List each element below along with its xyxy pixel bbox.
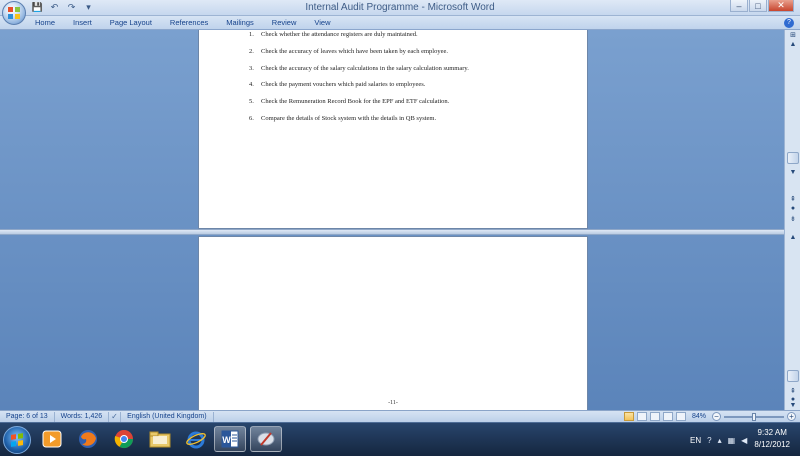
- scroll-thumb[interactable]: [787, 152, 799, 164]
- status-right: 84% − +: [623, 412, 796, 421]
- window-title: Internal Audit Programme - Microsoft Wor…: [305, 2, 495, 13]
- proofing-icon[interactable]: ✓: [109, 412, 122, 422]
- zoom-slider-knob[interactable]: [752, 412, 756, 421]
- clock-date: 8/12/2012: [754, 440, 790, 449]
- tab-insert[interactable]: Insert: [73, 18, 100, 27]
- zoom-level[interactable]: 84%: [692, 413, 706, 420]
- select-browse-object-icon[interactable]: ●: [788, 204, 798, 213]
- draft-view-button[interactable]: [675, 412, 686, 421]
- outline-view-button[interactable]: [662, 412, 673, 421]
- list-item: 4. Check the payment vouchers which paid …: [249, 81, 426, 89]
- language-indicator[interactable]: English (United Kingdom): [121, 412, 214, 422]
- list-item: 3. Check the accuracy of the salary calcu…: [249, 64, 469, 72]
- svg-text:W: W: [222, 435, 231, 445]
- network-icon[interactable]: ▦: [728, 436, 736, 445]
- microsoft-word-taskbar-icon[interactable]: W: [214, 426, 246, 452]
- window-controls: – □ ✕: [730, 0, 794, 12]
- split-window-divider[interactable]: [0, 229, 784, 235]
- help-tray-icon[interactable]: ?: [707, 436, 711, 445]
- zoom-in-button[interactable]: +: [787, 412, 796, 421]
- help-icon[interactable]: ?: [784, 18, 794, 28]
- document-page-upper[interactable]: 1. Check whether the attendance registers…: [198, 30, 588, 229]
- show-hidden-icons-icon[interactable]: ▴: [718, 436, 722, 445]
- windows-taskbar: W EN ? ▴ ▦ ◀ 9:32 AM 8/12/2012: [0, 422, 800, 456]
- list-item: 5. Check the Remuneration Record Book for…: [249, 98, 450, 106]
- status-bar: Page: 6 of 13 Words: 1,426 ✓ English (Un…: [0, 410, 800, 422]
- tab-view[interactable]: View: [314, 18, 338, 27]
- firefox-icon[interactable]: [72, 426, 104, 452]
- start-button[interactable]: [3, 426, 31, 454]
- zoom-out-button[interactable]: −: [712, 412, 721, 421]
- ribbon-tab-bar: Home Insert Page Layout References Maili…: [0, 16, 800, 30]
- title-bar: 💾 ↶ ↷ ▾ Internal Audit Programme - Micro…: [0, 0, 800, 16]
- close-button[interactable]: ✕: [768, 0, 794, 12]
- minimize-button[interactable]: –: [730, 0, 748, 12]
- volume-icon[interactable]: ◀: [741, 436, 747, 445]
- scroll-up-icon[interactable]: ▲: [788, 40, 798, 49]
- office-button[interactable]: [2, 1, 26, 25]
- maximize-button[interactable]: □: [749, 0, 767, 12]
- next-page-icon[interactable]: ⇟: [788, 214, 798, 223]
- chrome-icon[interactable]: [108, 426, 140, 452]
- print-layout-view-button[interactable]: [623, 412, 634, 421]
- input-language[interactable]: EN: [690, 436, 701, 445]
- scroll-up-icon-lower[interactable]: ▲: [788, 233, 798, 242]
- document-page-lower[interactable]: -11-: [198, 236, 588, 410]
- clock-time: 9:32 AM: [757, 428, 787, 437]
- previous-page-icon[interactable]: ⇞: [788, 194, 798, 203]
- ruler-toggle-icon[interactable]: ⊞: [788, 30, 798, 39]
- ribbon-tabs: Home Insert Page Layout References Maili…: [35, 18, 349, 27]
- document-workspace: 1. Check whether the attendance registers…: [0, 30, 784, 410]
- zoom-slider[interactable]: [724, 412, 784, 421]
- media-player-icon[interactable]: [36, 426, 68, 452]
- tab-page-layout[interactable]: Page Layout: [110, 18, 160, 27]
- status-left: Page: 6 of 13 Words: 1,426 ✓ English (Un…: [4, 412, 214, 422]
- list-item: 1. Check whether the attendance registers…: [249, 31, 418, 38]
- scroll-thumb-lower[interactable]: [787, 370, 799, 382]
- windows-logo-icon: [11, 433, 23, 447]
- tab-review[interactable]: Review: [272, 18, 305, 27]
- vertical-scrollbar[interactable]: ⊞ ▲ ▼ ⇞ ● ⇟ ▲ ⇞ ● ▼: [784, 30, 800, 410]
- clock[interactable]: 9:32 AM 8/12/2012: [754, 427, 790, 451]
- office-logo-icon: [8, 7, 20, 19]
- previous-page-icon-lower[interactable]: ⇞: [788, 386, 798, 395]
- list-item: 2. Check the accuracy of leaves which hav…: [249, 47, 448, 55]
- page-number-footer: -11-: [388, 400, 398, 406]
- scroll-down-icon-lower[interactable]: ▼: [788, 401, 798, 410]
- full-screen-reading-button[interactable]: [636, 412, 647, 421]
- list-item: 6. Compare the details of Stock system wi…: [249, 114, 437, 122]
- internet-explorer-icon[interactable]: [180, 426, 212, 452]
- audit-checklist: 1. Check whether the attendance registers…: [249, 30, 469, 131]
- tab-home[interactable]: Home: [35, 18, 63, 27]
- tab-mailings[interactable]: Mailings: [226, 18, 262, 27]
- paint-tools-icon[interactable]: [250, 426, 282, 452]
- file-explorer-icon[interactable]: [144, 426, 176, 452]
- scroll-down-icon[interactable]: ▼: [788, 168, 798, 177]
- word-count[interactable]: Words: 1,426: [55, 412, 110, 422]
- page-count[interactable]: Page: 6 of 13: [4, 412, 55, 422]
- tab-references[interactable]: References: [170, 18, 216, 27]
- web-layout-button[interactable]: [649, 412, 660, 421]
